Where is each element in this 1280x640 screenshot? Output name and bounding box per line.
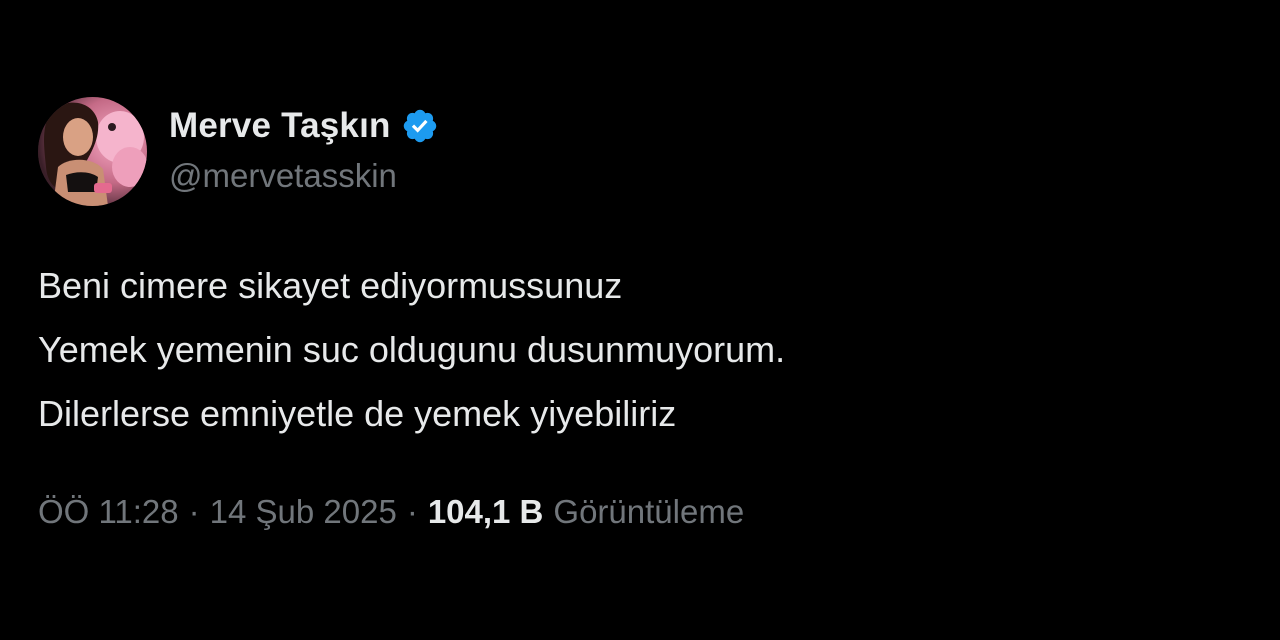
verified-badge-icon[interactable] bbox=[401, 107, 439, 145]
tweet-text-line: Yemek yemenin suc oldugunu dusunmuyorum. bbox=[38, 329, 786, 370]
tweet-text-line: Dilerlerse emniyetle de yemek yiyebiliri… bbox=[38, 393, 677, 434]
author-display-name[interactable]: Merve Taşkın bbox=[169, 106, 391, 146]
author-handle[interactable]: @mervetasskin bbox=[169, 157, 439, 195]
tweet-text: Beni cimere sikayet ediyormussunuz Yemek… bbox=[38, 254, 1238, 446]
meta-separator: · bbox=[188, 493, 200, 530]
author-identity: Merve Taşkın @mervetasskin bbox=[169, 103, 439, 195]
tweet-date[interactable]: 14 Şub 2025 bbox=[210, 493, 397, 531]
views-label: Görüntüleme bbox=[553, 493, 745, 530]
views-count[interactable]: 104,1 B bbox=[428, 493, 544, 531]
name-row: Merve Taşkın bbox=[169, 103, 439, 149]
tweet-header: Merve Taşkın @mervetasskin bbox=[38, 97, 1238, 206]
avatar[interactable] bbox=[38, 97, 147, 206]
tweet-meta: ÖÖ 11:28 · 14 Şub 2025 · 104,1 B Görüntü… bbox=[38, 493, 1238, 531]
meta-separator: · bbox=[406, 493, 418, 530]
tweet-text-line: Beni cimere sikayet ediyormussunuz bbox=[38, 265, 623, 306]
tweet-time[interactable]: ÖÖ 11:28 bbox=[38, 493, 179, 531]
tweet: Merve Taşkın @mervetasskin Beni cimere s… bbox=[38, 97, 1238, 531]
avatar-photo bbox=[38, 97, 147, 206]
